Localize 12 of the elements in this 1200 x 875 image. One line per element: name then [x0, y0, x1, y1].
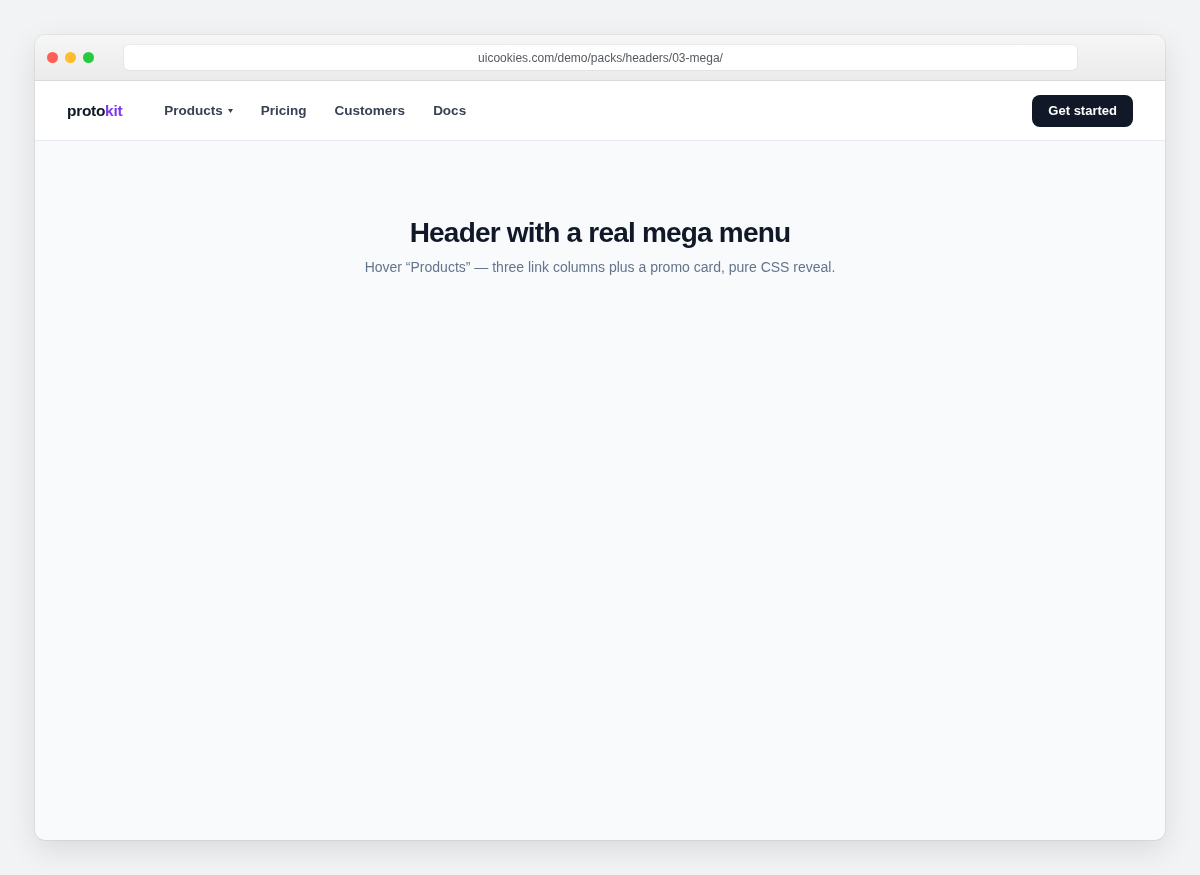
nav-link[interactable]: Products	[164, 103, 233, 118]
page-subtitle: Hover “Products” — three link columns plus a promo card, pure CSS reveal.	[364, 258, 836, 277]
window-zoom-button[interactable]	[83, 52, 94, 63]
logo-wordmark[interactable]: protokit	[67, 101, 123, 120]
address-bar[interactable]: uicookies.com/demo/packs/headers/03-mega/	[124, 45, 1077, 70]
window-close-button[interactable]	[47, 52, 58, 63]
window-minimize-button[interactable]	[65, 52, 76, 63]
nav-link[interactable]: Docs	[433, 103, 467, 118]
get-started-button[interactable]: Get started	[1032, 94, 1133, 127]
nav-link[interactable]: Customers	[334, 103, 406, 118]
page-heading: Header with a real mega menu	[409, 216, 791, 250]
nav-link[interactable]: Pricing	[260, 103, 307, 118]
